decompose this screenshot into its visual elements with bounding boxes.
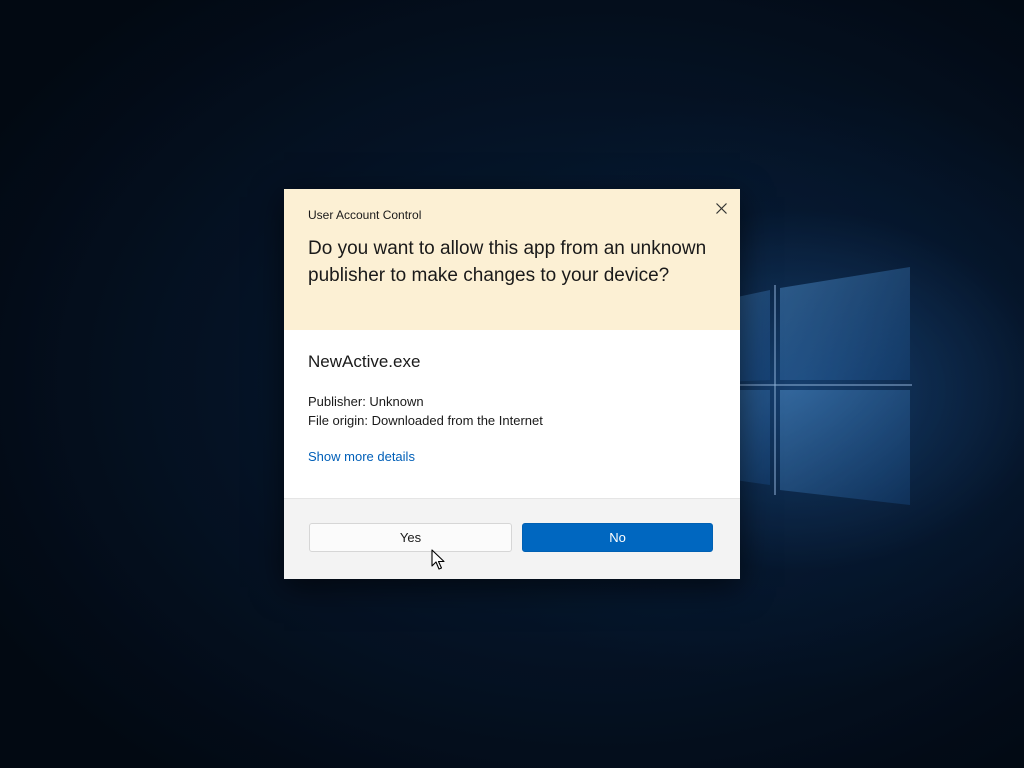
desktop-background: User Account Control Do you want to allo… [0, 0, 1024, 768]
close-icon [715, 202, 727, 214]
dialog-footer: Yes No [284, 498, 740, 579]
no-button[interactable]: No [522, 523, 713, 552]
file-origin-text: File origin: Downloaded from the Interne… [308, 413, 543, 428]
close-button[interactable] [710, 197, 732, 219]
publisher-text: Publisher: Unknown [308, 394, 424, 409]
dialog-header: User Account Control Do you want to allo… [284, 189, 740, 330]
app-metadata: Publisher: Unknown File origin: Download… [308, 392, 716, 430]
dialog-title: User Account Control [308, 208, 422, 222]
dialog-question: Do you want to allow this app from an un… [308, 238, 707, 286]
dialog-body: NewActive.exe Publisher: Unknown File or… [284, 330, 740, 498]
yes-button[interactable]: Yes [309, 523, 512, 552]
uac-dialog: User Account Control Do you want to allo… [284, 189, 740, 579]
show-more-details-link[interactable]: Show more details [308, 449, 415, 464]
app-name: NewActive.exe [308, 352, 421, 371]
